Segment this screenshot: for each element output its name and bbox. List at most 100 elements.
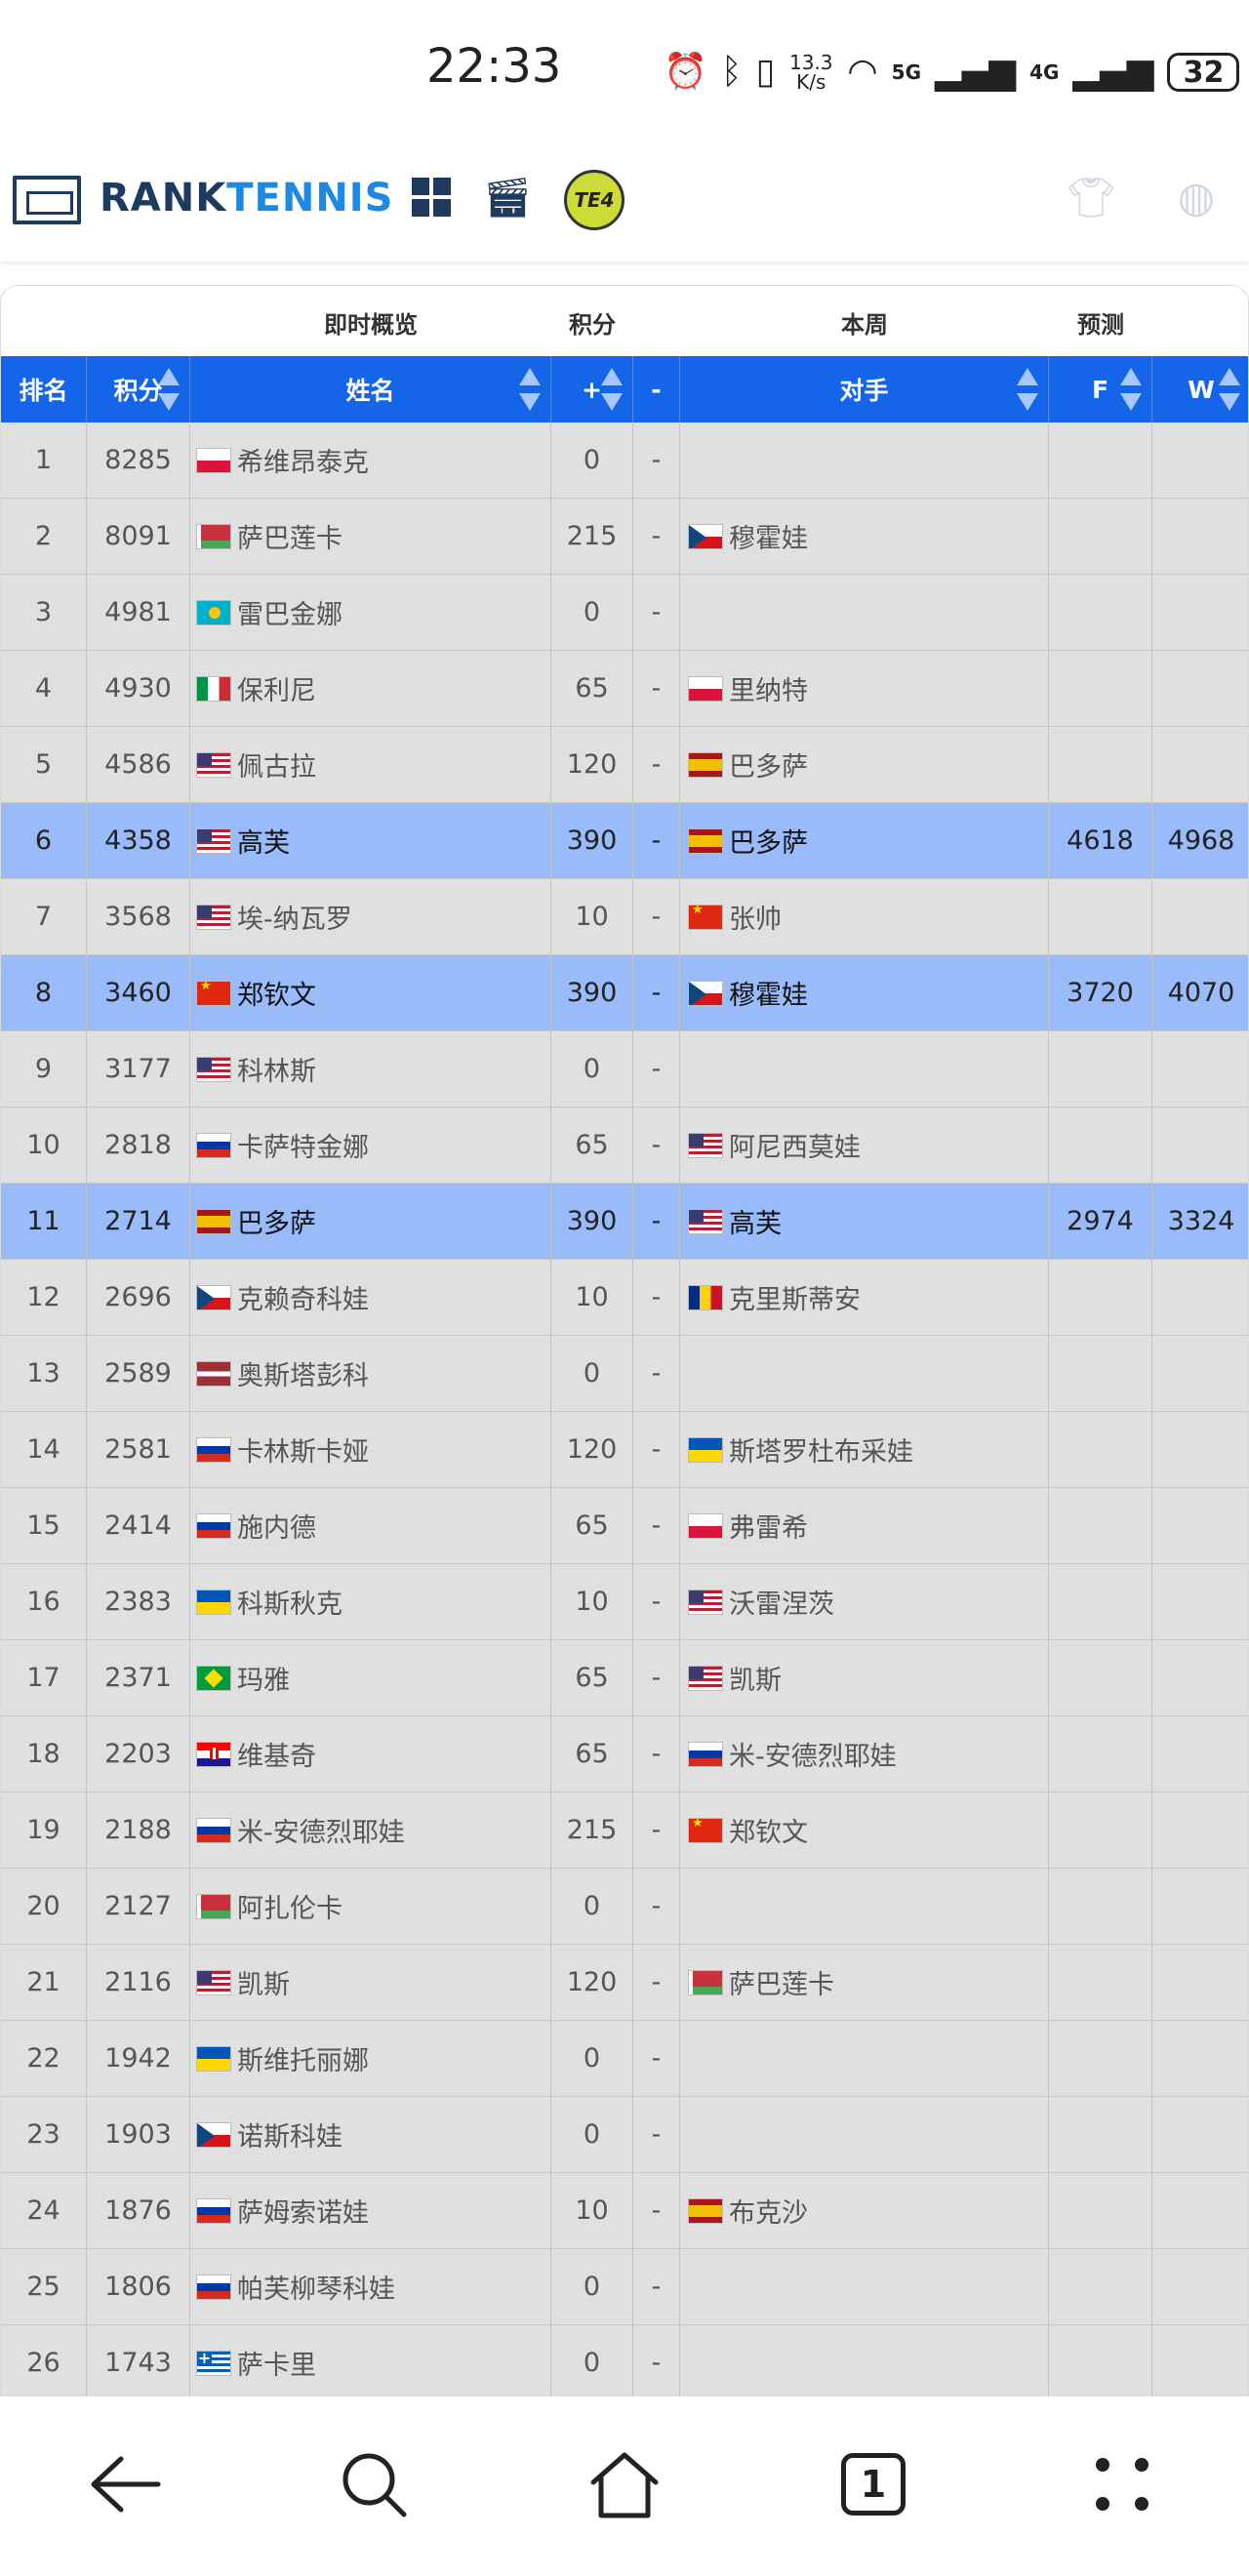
search-button[interactable]	[325, 2435, 423, 2533]
opponent-cell	[680, 2249, 1049, 2324]
table-row[interactable]: 17 2371 玛雅 65- 凯斯	[1, 1640, 1248, 1716]
player-name-cell: 郑钦文	[190, 955, 551, 1030]
col-w[interactable]: W	[1152, 356, 1248, 423]
points-cell: 4981	[87, 575, 190, 650]
group-overview: 即时概览	[324, 311, 418, 339]
table-row[interactable]: 23 1903 诺斯科娃 0-	[1, 2097, 1248, 2173]
table-row[interactable]: 83460 郑钦文 390- 穆霍娃 3720 4070	[1, 955, 1248, 1031]
video-icon[interactable]: 🎬︎	[478, 168, 537, 226]
site-logo[interactable]: RANKTENNIS	[100, 176, 394, 221]
player-name-cell: 科斯秋克	[190, 1564, 551, 1639]
te4-label: TE4	[574, 188, 615, 212]
rank-cell: 22	[1, 2021, 87, 2096]
plus-cell: 120	[551, 1945, 633, 2020]
col-plus[interactable]: +	[551, 356, 633, 423]
table-row[interactable]: 25 1806 帕芙柳琴科娃 0-	[1, 2249, 1248, 2325]
points-cell: 2818	[87, 1107, 190, 1183]
table-row[interactable]: 6 4358 高芙 390- 巴多萨 4618 4968	[1, 803, 1248, 879]
opponent-cell: 凯斯	[680, 1640, 1049, 1715]
home-button[interactable]	[576, 2435, 673, 2533]
forecast-w-cell	[1152, 1260, 1248, 1335]
points-cell: 2589	[87, 1336, 190, 1411]
col-points[interactable]: 积分	[87, 356, 190, 423]
flag-icon	[196, 1512, 231, 1539]
group-points: 积分	[569, 311, 616, 339]
player-name-cell: 米-安德烈耶娃	[190, 1792, 551, 1868]
logo-icon[interactable]	[13, 176, 81, 224]
table-row[interactable]: 15 2414 施内德 65- 弗雷希	[1, 1488, 1248, 1564]
tabs-button[interactable]: 1	[825, 2435, 922, 2533]
flag-icon	[196, 1893, 231, 1919]
rank-cell: 17	[1, 1640, 87, 1715]
player-name-cell: 凯斯	[190, 1945, 551, 2020]
points-cell: 4358	[87, 803, 190, 878]
opponent-cell-text: 巴多萨	[729, 828, 808, 859]
col-plus-label: +	[582, 375, 602, 404]
flag-icon	[196, 447, 231, 473]
flag-icon	[688, 1589, 723, 1615]
minus-cell: -	[633, 2249, 680, 2324]
menu-button[interactable]	[1073, 2435, 1171, 2533]
points-cell: 2188	[87, 1792, 190, 1868]
col-w-label: W	[1188, 375, 1215, 404]
col-f[interactable]: F	[1049, 356, 1152, 423]
table-row[interactable]: 5 4586 佩古拉 120- 巴多萨	[1, 727, 1248, 803]
minus-cell: -	[633, 1412, 680, 1487]
table-row[interactable]: 12 2696 克赖奇科娃 10- 克里斯蒂安	[1, 1260, 1248, 1336]
table-row[interactable]: 1 8285 希维昂泰克 0-	[1, 423, 1248, 499]
forecast-f-cell	[1049, 879, 1152, 954]
plus-cell: 0	[551, 2325, 633, 2395]
table-row[interactable]: 9 3177 科林斯 0-	[1, 1031, 1248, 1107]
flag-icon	[688, 1284, 723, 1310]
table-row[interactable]: 2 8091 萨巴莲卡 215- 穆霍娃	[1, 499, 1248, 575]
col-name[interactable]: 姓名	[190, 356, 551, 423]
table-row[interactable]: 192188 米-安德烈耶娃 215- 郑钦文	[1, 1792, 1248, 1869]
table-row[interactable]: 16 2383 科斯秋克 10- 沃雷涅茨	[1, 1564, 1248, 1640]
forecast-w-cell	[1152, 2021, 1248, 2096]
player-name-cell-text: 阿扎伦卡	[237, 1894, 342, 1924]
opponent-cell: 巴多萨	[680, 803, 1049, 878]
table-row[interactable]: 24 1876 萨姆索诺娃 10- 布克沙	[1, 2173, 1248, 2249]
forecast-w-cell	[1152, 1412, 1248, 1487]
flag-icon	[688, 1816, 723, 1843]
player-name-cell: 施内德	[190, 1488, 551, 1563]
table-row[interactable]: 3 4981 雷巴金娜 0-	[1, 575, 1248, 651]
net-speed-value: 13.3	[788, 51, 833, 74]
points-cell: 2696	[87, 1260, 190, 1335]
col-minus[interactable]: -	[633, 356, 680, 423]
table-row[interactable]: 21 2116 凯斯 120- 萨巴莲卡	[1, 1945, 1248, 2021]
minus-cell: -	[633, 1107, 680, 1183]
table-row[interactable]: 13 2589 奥斯塔彭科 0-	[1, 1336, 1248, 1412]
points-cell: 3177	[87, 1031, 190, 1107]
col-rank[interactable]: 排名	[1, 356, 87, 423]
globe-icon[interactable]: ◍	[1167, 168, 1226, 226]
shirt-icon[interactable]: 👕︎	[1062, 168, 1120, 226]
back-button[interactable]	[76, 2435, 174, 2533]
forecast-w-cell	[1152, 879, 1248, 954]
table-row[interactable]: 20 2127 阿扎伦卡 0-	[1, 1869, 1248, 1945]
points-cell: 3460	[87, 955, 190, 1030]
rank-cell: 13	[1, 1336, 87, 1411]
status-bar: 22:33 ⏰ ᛒ ▯ 13.3 K/s ◠ 5G ▂▄▆ 4G ▂▄▆ 32 …	[0, 0, 1249, 146]
rank-cell: 15	[1, 1488, 87, 1563]
plus-cell: 215	[551, 499, 633, 574]
player-name-cell-text: 克赖奇科娃	[237, 1285, 369, 1315]
table-row[interactable]: 261743 萨卡里 0-	[1, 2325, 1248, 2395]
grid-icon[interactable]	[402, 168, 461, 226]
table-row[interactable]: 4 4930 保利尼 65- 里纳特	[1, 651, 1248, 727]
table-row[interactable]: 18 2203 维基奇 65- 米-安德烈耶娃	[1, 1716, 1248, 1792]
player-name-cell-text: 帕芙柳琴科娃	[237, 2274, 395, 2305]
flag-icon	[196, 1056, 231, 1082]
table-row[interactable]: 14 2581 卡林斯卡娅 120- 斯塔罗杜布采娃	[1, 1412, 1248, 1488]
player-name-cell: 克赖奇科娃	[190, 1260, 551, 1335]
player-name-cell-text: 卡林斯卡娅	[237, 1437, 369, 1468]
col-opponent[interactable]: 对手	[680, 356, 1049, 423]
table-row[interactable]: 11 2714 巴多萨 390- 高芙 2974 3324	[1, 1184, 1248, 1260]
table-row[interactable]: 10 2818 卡萨特金娜 65- 阿尼西莫娃	[1, 1107, 1248, 1184]
forecast-f-cell	[1049, 2173, 1152, 2248]
te4-button[interactable]: TE4	[564, 170, 624, 230]
table-row[interactable]: 22 1942 斯维托丽娜 0-	[1, 2021, 1248, 2097]
points-cell: 2714	[87, 1184, 190, 1259]
table-row[interactable]: 73568 埃-纳瓦罗 10- 张帅	[1, 879, 1248, 955]
opponent-cell: 郑钦文	[680, 1792, 1049, 1868]
